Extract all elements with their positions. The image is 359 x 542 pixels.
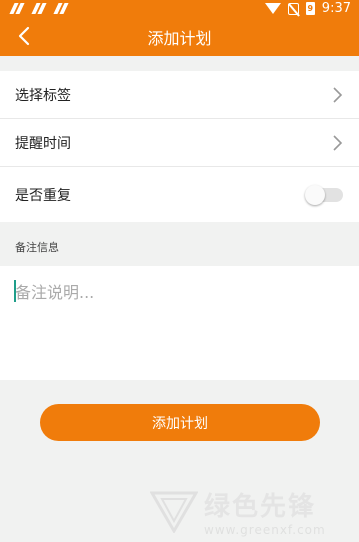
- watermark: 绿色先锋 www.greenxf.com: [150, 486, 326, 537]
- notification-icon: [54, 3, 68, 14]
- repeat-toggle[interactable]: [305, 184, 343, 205]
- watermark-text: 绿色先锋 www.greenxf.com: [204, 486, 326, 537]
- notification-icons: [10, 3, 68, 14]
- no-sim-icon: [287, 2, 299, 15]
- watermark-title: 绿色先锋: [204, 492, 317, 522]
- status-indicators: 9 9:37: [264, 1, 351, 16]
- repeat-label: 是否重复: [15, 187, 71, 204]
- spacer: [0, 56, 359, 71]
- select-tag-row[interactable]: 选择标签: [0, 71, 359, 119]
- status-bar: 9 9:37: [0, 0, 359, 17]
- watermark-url: www.greenxf.com: [204, 523, 326, 537]
- text-caret: [14, 280, 16, 302]
- select-tag-label: 选择标签: [15, 87, 71, 104]
- reminder-time-label: 提醒时间: [15, 135, 71, 152]
- notes-area: [0, 266, 359, 380]
- notes-section-label: 备注信息: [0, 222, 359, 266]
- title-bar: 添加计划: [0, 17, 359, 56]
- battery-icon: 9: [305, 2, 315, 15]
- reminder-time-row[interactable]: 提醒时间: [0, 119, 359, 167]
- notification-icon: [10, 3, 24, 14]
- page-title: 添加计划: [147, 28, 212, 48]
- clock: 9:37: [321, 1, 351, 16]
- back-arrow-icon[interactable]: [14, 25, 36, 47]
- wifi-icon: [264, 3, 281, 14]
- toggle-knob: [305, 184, 325, 205]
- chevron-right-icon: [333, 86, 343, 103]
- notification-icon: [32, 3, 46, 14]
- watermark-logo-icon: [150, 491, 198, 533]
- add-plan-button[interactable]: 添加计划: [40, 404, 320, 441]
- footer: 添加计划 绿色先锋 www.greenxf.com: [0, 380, 359, 538]
- repeat-row: 是否重复: [0, 167, 359, 222]
- notes-input[interactable]: [15, 279, 344, 367]
- chevron-right-icon: [333, 134, 343, 151]
